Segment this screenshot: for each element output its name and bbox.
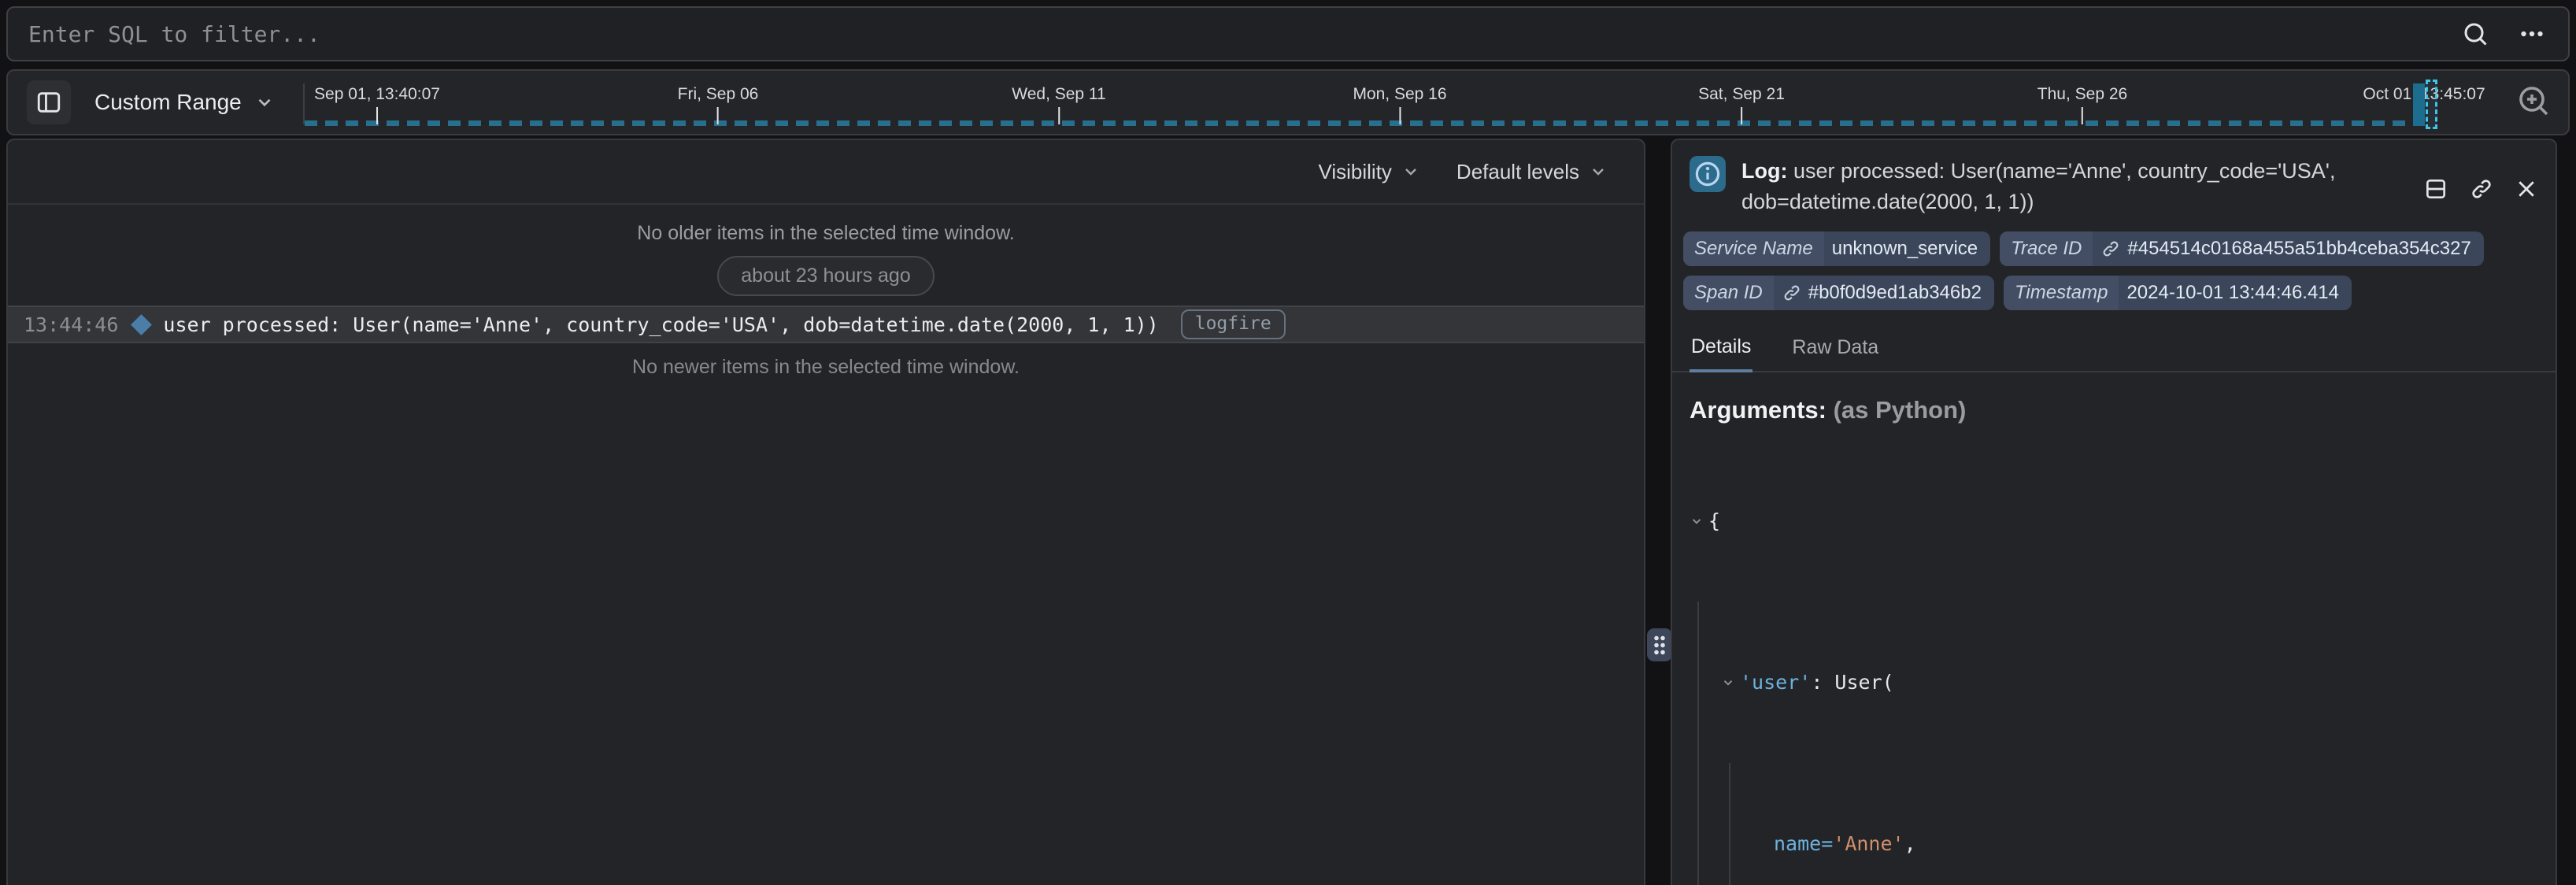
zoom-in-icon[interactable] [2515,82,2552,120]
log-list-panel: Visibility Default levels No older items… [6,139,1645,885]
visibility-dropdown[interactable]: Visibility [1318,160,1419,184]
log-list-toolbar: Visibility Default levels [8,140,1644,205]
detail-title-kind: Log: [1741,159,1787,183]
divider [303,83,305,124]
link-icon [1782,283,1802,303]
arguments-code-tree: { 'user': User( name='Anne', country_cod… [1690,440,2538,885]
chevron-down-icon [1589,162,1608,181]
timeline-track[interactable]: Sep 01, 13:40:07 Fri, Sep 06 Wed, Sep 11… [8,71,2568,134]
timeline-tick: Wed, Sep 11 [1012,85,1105,124]
timeline-tick: Fri, Sep 06 [678,85,759,124]
drag-dots-icon [1653,635,1666,655]
search-icon[interactable] [2461,20,2489,48]
log-row-message: user processed: User(name='Anne', countr… [163,313,1158,336]
sql-filter-input[interactable] [28,21,2434,47]
panel-resize-handle[interactable] [1647,628,1672,661]
timeline-activity-spike [2413,83,2425,126]
trace-id-badge[interactable]: Trace ID #454514c0168a455a51bb4ceba354c3… [2000,231,2484,266]
timeline-tick: Mon, Sep 16 [1353,85,1446,124]
time-range-label: Custom Range [94,90,242,115]
log-row-tag[interactable]: logfire [1181,309,1286,339]
tab-details[interactable]: Details [1690,328,1752,372]
log-row-time: 13:44:46 [24,313,118,336]
collapse-icon[interactable] [1721,676,1735,690]
time-range-selector[interactable]: Custom Range [94,90,275,115]
copy-link-icon[interactable] [2469,161,2494,217]
info-icon [1690,156,1726,192]
sql-filter-bar [6,6,2570,61]
log-level-diamond-icon [131,314,152,335]
detail-tabs: Details Raw Data [1672,328,2556,372]
timeline-bar: Sep 01, 13:40:07 Fri, Sep 06 Wed, Sep 11… [6,69,2570,135]
timeline-tick: Sat, Sep 21 [1698,85,1785,124]
log-row-selected[interactable]: 13:44:46 user processed: User(name='Anne… [8,305,1644,343]
no-older-items-text: No older items in the selected time wind… [8,222,1644,245]
collapse-icon[interactable] [1690,514,1704,528]
service-name-badge[interactable]: Service Name unknown_service [1683,231,1990,266]
detail-title: Log: user processed: User(name='Anne', c… [1741,156,2379,217]
timestamp-badge[interactable]: Timestamp 2024-10-01 13:44:46.414 [2004,276,2352,310]
panel-layout-icon[interactable] [2423,161,2448,217]
span-id-badge[interactable]: Span ID #b0f0d9ed1ab346b2 [1683,276,1994,310]
close-icon[interactable] [2515,161,2538,217]
link-icon [2100,239,2121,259]
time-ago-badge: about 23 hours ago [717,256,934,296]
tab-raw-data[interactable]: Raw Data [1790,328,1880,371]
sidebar-toggle-icon[interactable] [27,80,71,124]
more-options-icon[interactable] [2516,20,2548,48]
chevron-down-icon [254,92,275,113]
timeline-selection-box[interactable] [2426,80,2437,129]
chevron-down-icon [1401,162,1420,181]
detail-header: Log: user processed: User(name='Anne', c… [1672,140,2556,228]
default-levels-dropdown[interactable]: Default levels [1456,160,1608,184]
metadata-badges: Service Name unknown_service Trace ID #4… [1672,228,2546,310]
timeline-tick: Thu, Sep 26 [2037,85,2127,124]
no-newer-items-text: No newer items in the selected time wind… [8,356,1644,379]
log-detail-panel: Log: user processed: User(name='Anne', c… [1671,139,2557,885]
arguments-heading: Arguments: (as Python) [1690,396,2538,424]
timeline-tick: Sep 01, 13:40:07 [314,85,440,124]
